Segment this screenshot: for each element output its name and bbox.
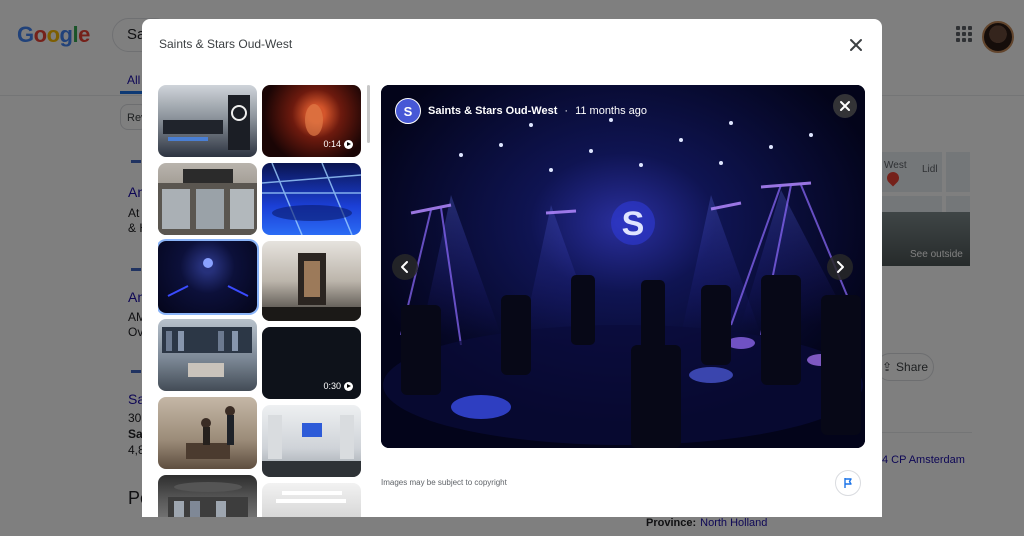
thumbnail-corridor[interactable] <box>262 241 361 321</box>
photo-source: S Saints & Stars Oud-West · 11 months ag… <box>395 98 647 124</box>
photo-viewer[interactable]: S S Saints & Stars Oud-West · 11 months … <box>381 85 865 448</box>
copyright-notice: Images may be subject to copyright <box>381 478 507 487</box>
source-name[interactable]: Saints & Stars Oud-West <box>428 105 557 117</box>
dialog-title: Saints & Stars Oud-West <box>159 37 293 51</box>
thumbnail-blue-studio[interactable] <box>262 163 361 235</box>
source-avatar[interactable]: S <box>395 98 421 124</box>
thumbnail-hallway[interactable] <box>262 483 361 517</box>
thumbnail-red-video[interactable]: 0:14 <box>262 85 361 157</box>
video-duration: 0:14 <box>323 139 353 149</box>
thumbnail-store-interior[interactable] <box>158 85 257 157</box>
thumbnail-storefront[interactable] <box>158 163 257 235</box>
thumbnail-dark-studio-selected[interactable] <box>158 241 257 313</box>
studio-photo: S <box>381 85 865 448</box>
flag-icon[interactable] <box>835 470 861 496</box>
thumbnail-boutique[interactable] <box>158 475 257 517</box>
close-icon[interactable] <box>842 31 870 59</box>
video-duration: 0:30 <box>323 381 353 391</box>
close-icon[interactable] <box>833 94 857 118</box>
thumbnail-reception[interactable] <box>158 397 257 469</box>
thumbnail-dark-video[interactable]: 0:30 <box>262 327 361 399</box>
play-icon <box>344 381 353 391</box>
separator-dot: · <box>564 105 569 117</box>
thumbnail-locker-room[interactable] <box>262 405 361 477</box>
thumbnail-retail-shelves[interactable] <box>158 319 257 391</box>
play-icon <box>344 139 353 149</box>
chevron-left-icon[interactable] <box>392 254 418 280</box>
photo-age: 11 months ago <box>575 105 648 117</box>
thumbnail-scrollbar[interactable] <box>367 85 370 143</box>
thumbnail-grid: 0:14 0:30 <box>158 85 363 517</box>
chevron-right-icon[interactable] <box>827 254 853 280</box>
svg-text:S: S <box>622 205 645 243</box>
photo-gallery-dialog: Saints & Stars Oud-West 0:14 0:30 S S Sa… <box>142 19 882 517</box>
